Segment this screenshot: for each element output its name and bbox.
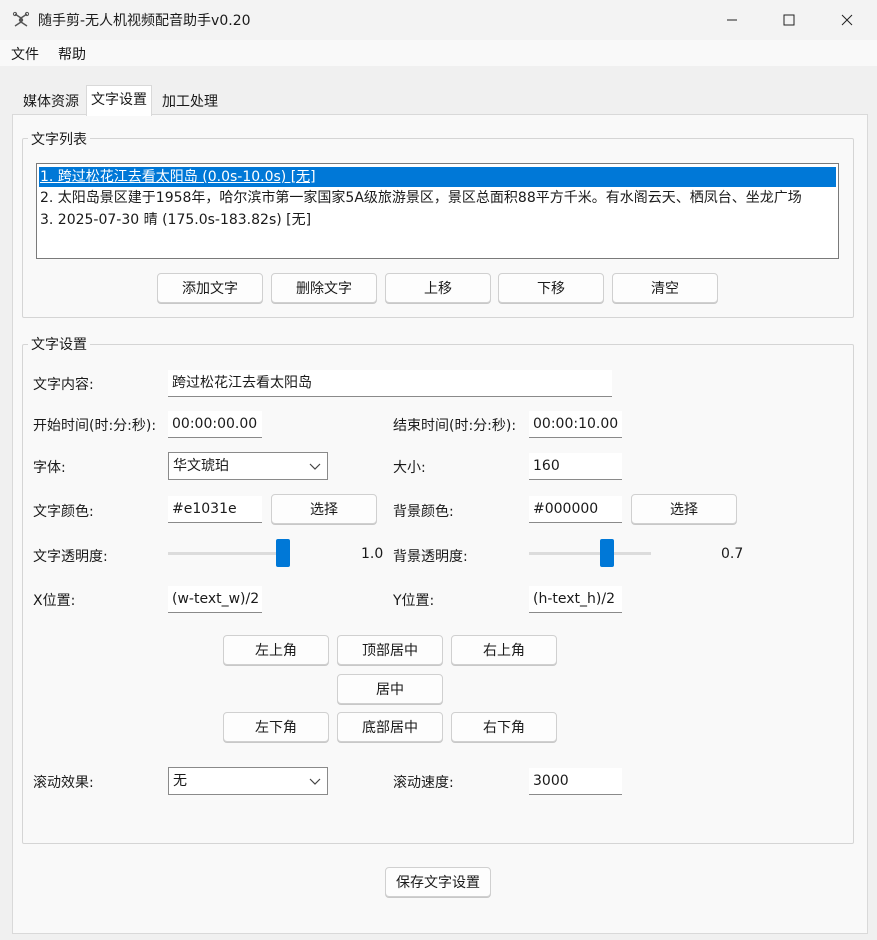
chevron-down-icon — [309, 778, 321, 785]
menu-file[interactable]: 文件 — [11, 44, 39, 64]
bg-opacity-label: 背景透明度: — [393, 549, 468, 565]
window-title: 随手剪-无人机视频配音助手v0.20 — [38, 13, 251, 29]
start-time-label: 开始时间(时:分:秒): — [33, 418, 157, 434]
content-label: 文字内容: — [33, 377, 94, 393]
center-button[interactable]: 居中 — [337, 674, 443, 704]
scroll-effect-label: 滚动效果: — [33, 775, 94, 791]
top-left-button[interactable]: 左上角 — [223, 635, 329, 665]
scroll-effect-select[interactable]: 无 — [168, 767, 328, 795]
bg-color-input[interactable]: #000000 — [529, 496, 622, 523]
list-item[interactable]: 1. 跨过松花江去看太阳岛 (0.0s-10.0s) [无] — [39, 167, 836, 187]
maximize-button[interactable] — [760, 0, 818, 40]
tab-text-settings[interactable]: 文字设置 — [86, 85, 152, 116]
bottom-left-button[interactable]: 左下角 — [223, 712, 329, 742]
text-color-input[interactable]: #e1031e — [168, 496, 262, 523]
minimize-button[interactable] — [703, 0, 761, 40]
add-text-button[interactable]: 添加文字 — [157, 273, 263, 303]
end-time-label: 结束时间(时:分:秒): — [393, 418, 517, 434]
menu-help[interactable]: 帮助 — [58, 44, 86, 64]
top-right-button[interactable]: 右上角 — [451, 635, 557, 665]
minimize-icon — [727, 19, 737, 21]
text-list-group-title: 文字列表 — [28, 129, 90, 149]
list-item[interactable]: 3. 2025-07-30 晴 (175.0s-183.82s) [无] — [39, 210, 311, 230]
bg-opacity-slider-thumb[interactable] — [600, 539, 615, 567]
bottom-right-button[interactable]: 右下角 — [451, 712, 557, 742]
menu-bar — [0, 40, 877, 66]
close-button[interactable] — [818, 0, 876, 40]
text-color-choose-button[interactable]: 选择 — [271, 494, 377, 524]
text-listbox[interactable]: 1. 跨过松花江去看太阳岛 (0.0s-10.0s) [无] 2. 太阳岛景区建… — [36, 163, 839, 259]
bg-color-choose-button[interactable]: 选择 — [631, 494, 737, 524]
move-up-button[interactable]: 上移 — [385, 273, 491, 303]
font-label: 字体: — [33, 460, 66, 476]
size-label: 大小: — [393, 460, 426, 476]
text-opacity-slider-thumb[interactable] — [276, 539, 290, 567]
y-position-input[interactable]: (h-text_h)/2 — [529, 586, 622, 613]
x-position-input[interactable]: (w-text_w)/2 — [168, 586, 262, 613]
tab-media[interactable]: 媒体资源 — [18, 89, 84, 114]
content-input[interactable]: 跨过松花江去看太阳岛 — [168, 370, 612, 397]
close-icon — [841, 14, 853, 26]
delete-text-button[interactable]: 删除文字 — [271, 273, 377, 303]
x-position-label: X位置: — [33, 593, 76, 609]
text-color-label: 文字颜色: — [33, 504, 94, 520]
bg-opacity-slider-track[interactable] — [529, 552, 651, 555]
font-select[interactable]: 华文琥珀 — [168, 452, 328, 480]
y-position-label: Y位置: — [393, 593, 435, 609]
move-down-button[interactable]: 下移 — [498, 273, 604, 303]
text-settings-group-title: 文字设置 — [28, 334, 90, 354]
size-input[interactable]: 160 — [529, 453, 622, 480]
text-opacity-slider-track[interactable] — [168, 552, 290, 555]
scroll-speed-label: 滚动速度: — [393, 775, 454, 791]
tab-processing[interactable]: 加工处理 — [157, 89, 223, 114]
top-center-button[interactable]: 顶部居中 — [337, 635, 443, 665]
bg-color-label: 背景颜色: — [393, 504, 454, 520]
text-opacity-label: 文字透明度: — [33, 549, 108, 565]
chevron-down-icon — [309, 463, 321, 470]
text-opacity-value: 1.0 — [361, 546, 384, 562]
bottom-center-button[interactable]: 底部居中 — [337, 712, 443, 742]
end-time-input[interactable]: 00:00:10.00 — [529, 411, 622, 438]
scroll-speed-input[interactable]: 3000 — [529, 768, 622, 795]
scroll-effect-value: 无 — [173, 773, 187, 789]
list-item[interactable]: 2. 太阳岛景区建于1958年，哈尔滨市第一家国家5A级旅游景区，景区总面积88… — [39, 188, 802, 208]
bg-opacity-value: 0.7 — [721, 546, 744, 562]
clear-button[interactable]: 清空 — [612, 273, 718, 303]
start-time-input[interactable]: 00:00:00.00 — [168, 411, 262, 438]
save-text-settings-button[interactable]: 保存文字设置 — [385, 867, 491, 897]
maximize-icon — [783, 14, 795, 26]
font-select-value: 华文琥珀 — [173, 458, 229, 474]
app-logo-icon — [12, 11, 30, 27]
